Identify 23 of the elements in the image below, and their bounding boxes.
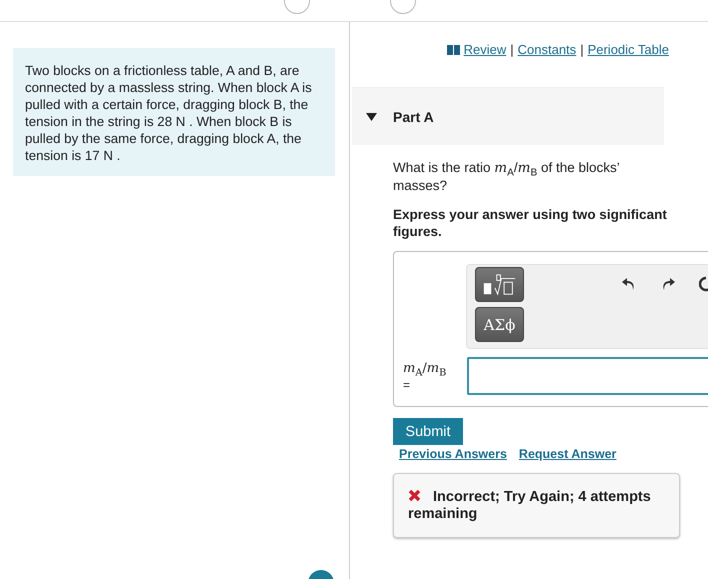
equals-sign: =: [403, 377, 412, 393]
template-button[interactable]: [475, 267, 524, 302]
resource-link[interactable]: Review: [464, 42, 506, 57]
problem-statement: Two blocks on a frictionless table, A and B, are connected by a massless string. When block A is pulled with a certain force, dragging block B, the tension in the string is 28 N . When block B is pulled by the same force, dragging block A, the tension is 17 N .: [13, 48, 335, 176]
feedback-message: Incorrect; Try Again; 4 attempts remaining: [393, 473, 680, 538]
resource-link[interactable]: Constants: [518, 42, 576, 57]
answer-link[interactable]: Previous Answers: [399, 447, 507, 461]
symbols-button[interactable]: ΑΣϕ: [475, 307, 524, 342]
part-title: Part A: [393, 108, 434, 124]
undo-icon[interactable]: [622, 277, 636, 291]
link-separator: |: [580, 42, 584, 57]
cross-icon: [408, 489, 421, 502]
submit-button[interactable]: Submit: [393, 418, 463, 445]
answer-field[interactable]: [467, 357, 708, 395]
question-text: What is the ratio m$_{A}$/m$_{B}$ of the blocks’ masses?: [393, 159, 620, 194]
link-separator: |: [510, 42, 514, 57]
instruction-text: Express your answer using two significant figures.: [393, 206, 668, 240]
expanded-triangle-icon[interactable]: [366, 112, 377, 120]
resource-link[interactable]: Periodic Table: [588, 42, 669, 57]
answer-label: m$_{A}$/m$_{B}$: [403, 361, 448, 377]
redo-icon[interactable]: [661, 277, 675, 291]
answer-link[interactable]: Request Answer: [518, 447, 616, 461]
book-icon: [446, 44, 460, 54]
